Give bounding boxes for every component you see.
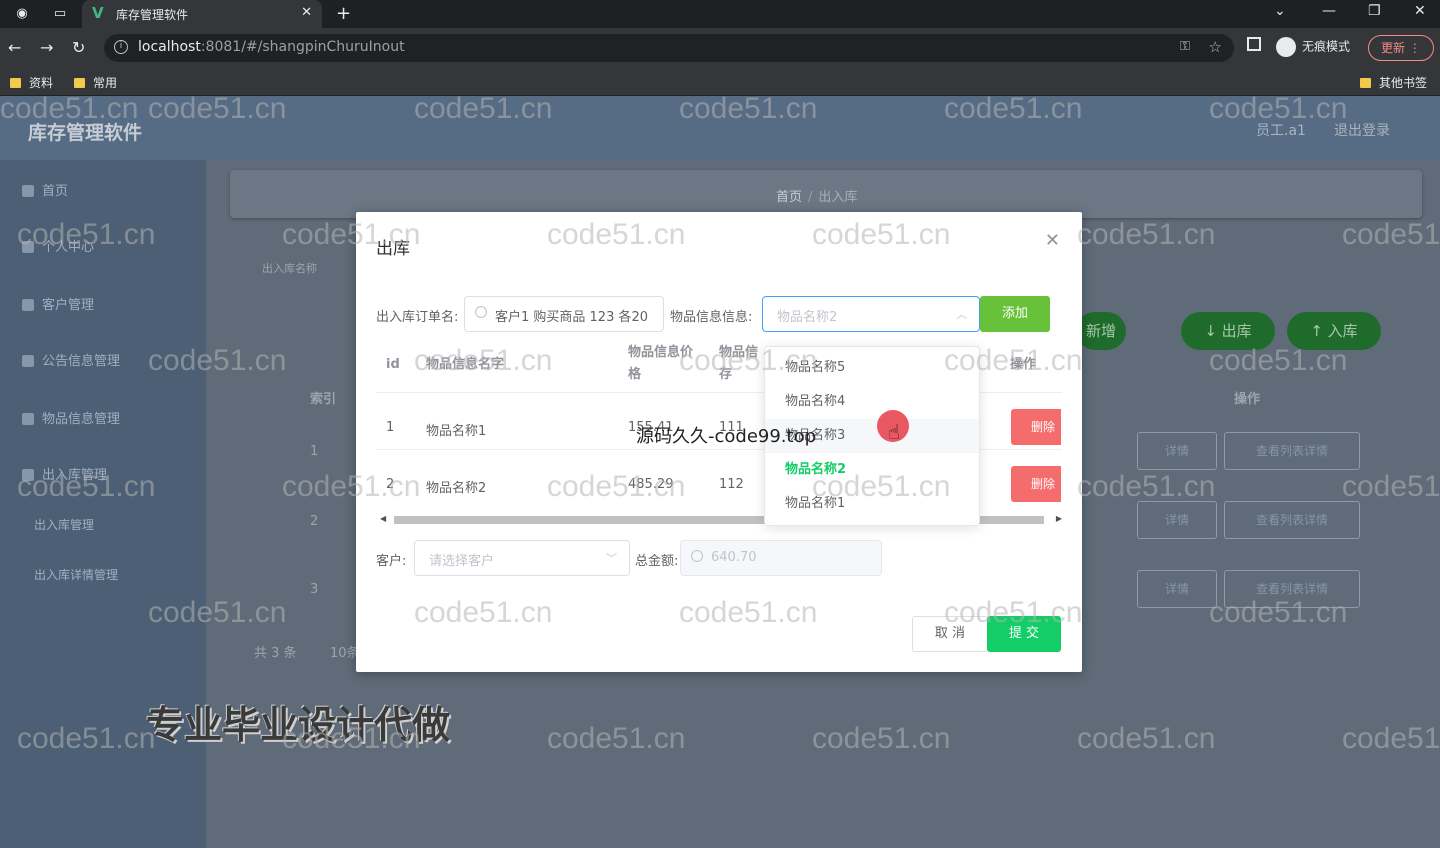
tab-close-icon[interactable]: ✕ <box>301 5 312 20</box>
tab-search-icon[interactable]: ▭ <box>52 6 68 22</box>
cell-name: 物品名称2 <box>426 481 487 496</box>
detail-button[interactable]: 详情 <box>1137 501 1217 539</box>
close-icon[interactable]: ✕ <box>1045 230 1060 251</box>
url-text: localhost:8081/#/shangpinChuruInout <box>138 39 405 55</box>
reload-icon[interactable]: ↻ <box>72 38 85 57</box>
detail-button[interactable]: 详情 <box>1137 570 1217 608</box>
bookmark-folder[interactable]: 常用 <box>74 74 117 91</box>
sidebar-subitem-inout-detail[interactable]: 出入库详情管理 <box>34 566 118 583</box>
other-bookmarks[interactable]: 其他书签 <box>1360 74 1427 91</box>
restore-icon[interactable]: ❐ <box>1368 3 1381 19</box>
sidebar-item-customers[interactable]: 客户管理 <box>22 294 94 313</box>
order-name-input[interactable]: 客户1 购买商品 123 各20 <box>464 296 664 332</box>
sidebar-item-home[interactable]: 首页 <box>22 180 68 199</box>
update-button[interactable]: 更新 ⋮ <box>1368 35 1434 61</box>
folder-icon <box>10 78 21 88</box>
scroll-left-icon[interactable]: ◀ <box>380 514 386 523</box>
total-amount-input: 640.70 <box>680 540 882 576</box>
bookmark-folder[interactable]: 资料 <box>10 74 53 91</box>
side-panel-icon[interactable] <box>1247 37 1261 51</box>
vue-logo-icon: V <box>92 4 104 22</box>
op-header: 操作 <box>1234 392 1261 407</box>
forward-icon[interactable]: → <box>40 38 53 57</box>
password-key-icon[interactable]: ⚿ <box>1180 39 1190 54</box>
cell-name: 物品名称1 <box>426 424 487 439</box>
search-icon <box>691 550 703 562</box>
customer-label: 客户: <box>376 554 407 569</box>
sidebar-subitem-inout[interactable]: 出入库管理 <box>34 516 94 533</box>
hand-cursor-icon: ☝ <box>888 420 901 444</box>
sidebar-item-goods[interactable]: 物品信息管理 <box>22 408 120 427</box>
goods-label: 物品信息信息: <box>670 310 753 325</box>
chevron-down-icon: ﹀ <box>606 552 617 565</box>
address-bar[interactable]: i localhost:8081/#/shangpinChuruInout ⚿ … <box>104 34 1234 62</box>
delete-button[interactable]: 删除 <box>1011 409 1061 445</box>
cell-stock: 112 <box>719 477 744 492</box>
search-icon <box>475 306 487 318</box>
bookmark-star-icon[interactable]: ☆ <box>1209 38 1222 56</box>
incognito-icon <box>1276 37 1296 57</box>
col-id: id <box>386 357 400 372</box>
folder-icon <box>1360 78 1371 88</box>
back-icon[interactable]: ← <box>8 38 21 57</box>
incognito-indicator[interactable]: 无痕模式 <box>1276 37 1350 57</box>
row-index: 1 <box>310 444 319 459</box>
breadcrumb: 首页 / 出入库 <box>776 190 858 205</box>
add-button[interactable]: 新增 <box>1076 312 1126 350</box>
delete-button[interactable]: 删除 <box>1011 466 1061 502</box>
tab-title: 库存管理软件 <box>116 8 189 22</box>
order-label: 出入库订单名: <box>376 310 459 325</box>
browser-tab-bar: ◉ ▭ V 库存管理软件 ✕ + ⌄ — ❐ ✕ <box>0 0 1440 28</box>
detail-button[interactable]: 详情 <box>1137 432 1217 470</box>
row-index: 3 <box>310 582 319 597</box>
list-detail-button[interactable]: 查看列表详情 <box>1224 432 1360 470</box>
customer-select[interactable]: 请选择客户 ﹀ <box>414 540 630 576</box>
add-goods-button[interactable]: 添加 <box>980 296 1050 332</box>
folder-icon <box>74 78 85 88</box>
scroll-right-icon[interactable]: ▶ <box>1056 514 1062 523</box>
notice-icon <box>22 355 34 367</box>
customer-icon <box>22 299 34 311</box>
goods-select[interactable]: 物品名称2 ︿ <box>762 296 980 332</box>
new-tab-icon[interactable]: + <box>336 3 351 24</box>
tab-list-icon[interactable]: ⌄ <box>1274 3 1286 19</box>
cell-id: 1 <box>386 420 395 435</box>
list-detail-button[interactable]: 查看列表详情 <box>1224 501 1360 539</box>
index-header: 索引 <box>310 392 337 407</box>
browser-tab[interactable]: V 库存管理软件 ✕ <box>82 0 322 28</box>
dropdown-option[interactable]: 物品名称4 <box>765 385 979 419</box>
site-info-icon[interactable]: i <box>114 40 128 54</box>
breadcrumb-box: 首页 / 出入库 <box>230 170 1422 218</box>
home-icon <box>22 185 34 197</box>
chevron-up-icon: ︿ <box>956 308 967 321</box>
row-index: 2 <box>310 514 319 529</box>
pager-total: 共 3 条 <box>254 646 297 661</box>
source-caption: 源码久久-code99.top <box>636 426 817 447</box>
search-hint: 出入库名称 <box>262 262 317 275</box>
minimize-icon[interactable]: — <box>1322 3 1336 19</box>
total-label: 总金额: <box>635 554 679 569</box>
browser-menu-icon[interactable]: ◉ <box>14 6 30 22</box>
sidebar-item-notices[interactable]: 公告信息管理 <box>22 350 120 369</box>
browser-toolbar: ← → ↻ i localhost:8081/#/shangpinChuruIn… <box>0 28 1440 68</box>
window-close-icon[interactable]: ✕ <box>1414 3 1426 19</box>
goods-icon <box>22 413 34 425</box>
